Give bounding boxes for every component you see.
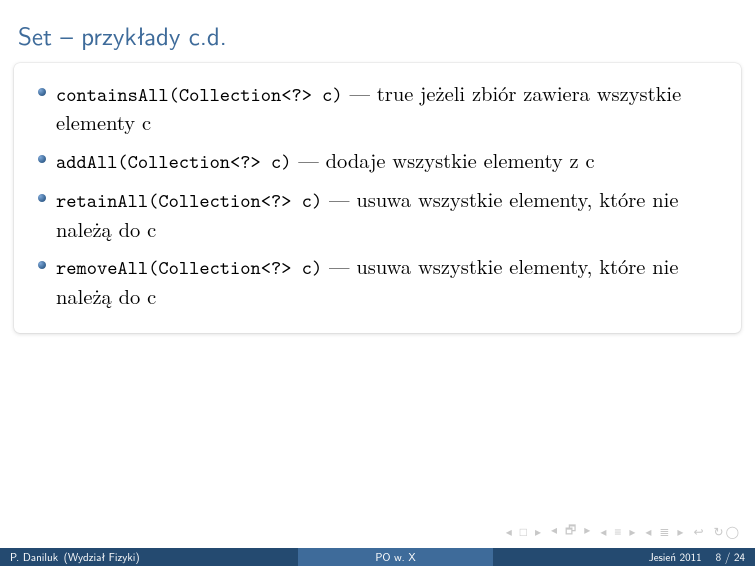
footer-title-section: PO w. X — [298, 548, 493, 566]
page-sep: / — [721, 549, 734, 565]
frame-title: Set – przykłady c.d. — [0, 0, 755, 63]
code-span: addAll(Collection<?> c) — [56, 149, 291, 175]
footer-date: Jesień 2011 — [649, 549, 702, 565]
footer-short-title: PO w. X — [375, 549, 415, 565]
desc-span: — dodaje wszystkie elementy z c — [291, 145, 594, 174]
nav-symbols: ◂ □ ▸ ◂ 🗗 ▸ ◂ ≡ ▸ ◂ ≣ ▸ ↩ ↻◯ — [506, 520, 741, 542]
footer-author-section: P. Daniluk (Wydział Fizyki) — [0, 548, 298, 566]
footer-date-section: Jesień 2011 8 / 24 — [493, 548, 755, 566]
list-item: addAll(Collection<?> c) — dodaje wszystk… — [34, 146, 721, 175]
list-item: removeAll(Collection<?> c) — usuwa wszys… — [34, 252, 721, 309]
nav-section-icon[interactable]: ◂ ≣ ▸ — [645, 522, 685, 540]
footer-author: P. Daniluk — [10, 549, 58, 565]
nav-slide-icon[interactable]: ◂ □ ▸ — [506, 522, 543, 540]
list-item: containsAll(Collection<?> c) — true jeże… — [34, 79, 721, 136]
bullet-list: containsAll(Collection<?> c) — true jeże… — [34, 79, 721, 309]
footer-page: 8 / 24 — [716, 549, 745, 565]
content-block: containsAll(Collection<?> c) — true jeże… — [14, 63, 741, 333]
nav-back-forward-icon[interactable]: ↩ — [693, 522, 705, 540]
footline: P. Daniluk (Wydział Fizyki) PO w. X Jesi… — [0, 548, 755, 566]
code-span: removeAll(Collection<?> c) — [56, 255, 322, 281]
footer-institute: (Wydział Fizyki) — [64, 549, 140, 565]
code-span: containsAll(Collection<?> c) — [56, 82, 343, 108]
nav-search-icon[interactable]: ↻◯ — [714, 522, 741, 540]
code-span: retainAll(Collection<?> c) — [56, 188, 322, 214]
nav-frame-icon[interactable]: ◂ 🗗 ▸ — [551, 520, 592, 542]
nav-subsection-icon[interactable]: ◂ ≡ ▸ — [600, 522, 637, 540]
page-total: 24 — [734, 549, 745, 565]
list-item: retainAll(Collection<?> c) — usuwa wszys… — [34, 185, 721, 242]
